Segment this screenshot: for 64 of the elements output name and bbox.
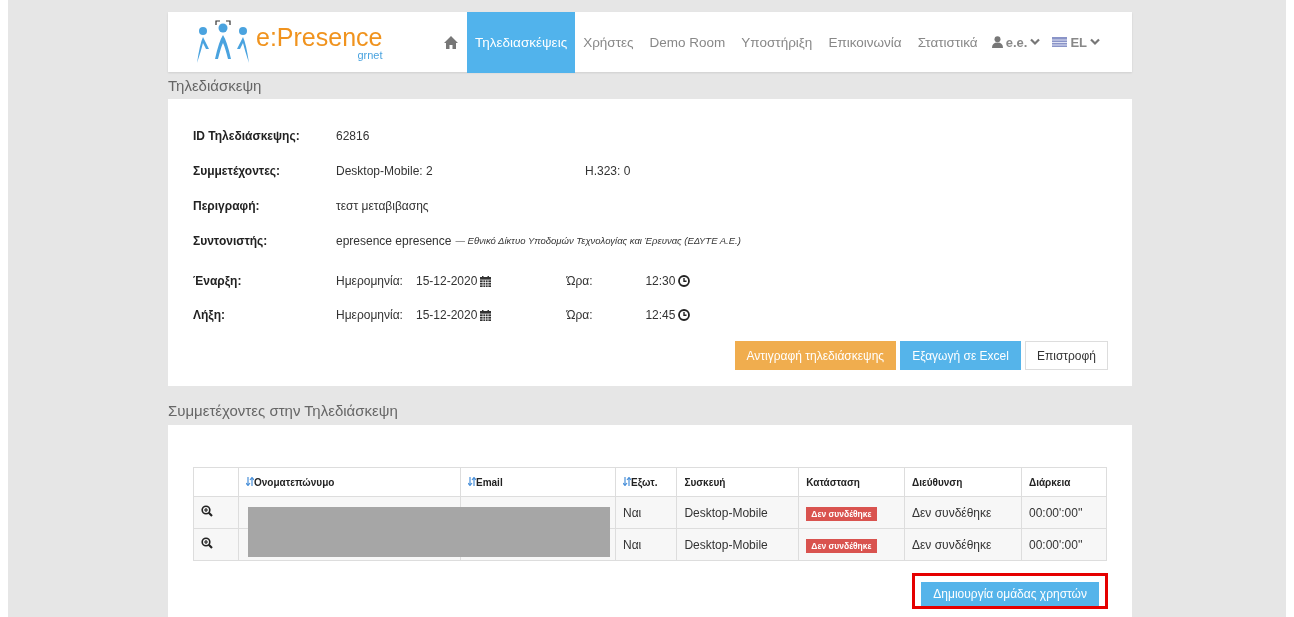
language-menu[interactable]: EL xyxy=(1046,34,1106,50)
flag-icon xyxy=(1052,37,1068,47)
field-value: τεστ μεταβιβασης xyxy=(336,198,429,213)
table-cell: Desktop-Mobile xyxy=(676,528,799,561)
chevron-icon xyxy=(1090,38,1100,46)
column-header[interactable]: Κατάσταση xyxy=(798,467,905,497)
field-label: Έναρξη: xyxy=(193,274,243,288)
field-label: Περιγραφή: xyxy=(193,198,261,213)
time-label: Ώρα: xyxy=(566,274,594,288)
user-icon xyxy=(991,36,1003,48)
calendar-icon xyxy=(480,275,492,287)
brand-name: e:Presence xyxy=(256,23,383,50)
field-label: ID Τηλεδιάσκεψης: xyxy=(193,128,301,143)
table-cell: Ναι xyxy=(615,496,677,529)
field-label: Συντονιστής: xyxy=(193,233,269,248)
field-value: H.323: 0 xyxy=(585,163,631,178)
status-badge: Δεν συνδέθηκε xyxy=(806,538,877,553)
nav-tab[interactable]: Demo Room xyxy=(641,11,734,73)
action-button[interactable]: Αντιγραφή τηλεδιάσκεψης xyxy=(734,341,897,370)
organization-text: — Εθνικό Δίκτυο Υποδομών Τεχνολογίας και Έρευνας (ΕΔΥΤΕ Α.Ε.) xyxy=(455,235,741,246)
nav-tab[interactable]: Υποστήριξη xyxy=(733,11,821,73)
section-title: Τηλεδιάσκεψη xyxy=(168,76,263,96)
field-label: Συμμετέχοντες: xyxy=(193,163,282,178)
nav-tab[interactable]: Τηλεδιασκέψεις xyxy=(467,11,576,73)
grnet-text: grnet xyxy=(357,49,383,61)
chevron-icon xyxy=(1030,38,1041,46)
nav-tab[interactable]: Χρήστες xyxy=(575,11,642,73)
table-cell: Δεν συνδέθηκε xyxy=(904,496,1022,529)
date-label: Ημερομηνία: xyxy=(336,308,404,322)
calendar-icon xyxy=(480,309,492,321)
column-header[interactable]: Διάρκεια xyxy=(1021,467,1107,497)
column-header[interactable]: Διεύθυνση xyxy=(904,467,1022,497)
zoom-in-icon[interactable] xyxy=(201,505,213,517)
status-badge: Δεν συνδέθηκε xyxy=(806,506,877,521)
column-header[interactable]: Email xyxy=(460,467,616,497)
nav-tab[interactable]: Στατιστικά xyxy=(909,11,986,73)
column-header[interactable]: Εξωτ. xyxy=(615,467,677,497)
home-icon[interactable] xyxy=(444,35,459,49)
action-button[interactable]: Εξαγωγή σε Excel xyxy=(900,341,1021,370)
field-value: 62816 xyxy=(336,128,370,143)
action-button[interactable]: Επιστροφή xyxy=(1024,341,1108,370)
column-header[interactable]: Συσκευή xyxy=(676,467,799,497)
time-value: 12:45 xyxy=(645,308,676,322)
date-value: 15-12-2020 xyxy=(416,274,478,288)
date-value: 15-12-2020 xyxy=(416,308,478,322)
table-cell: 00:00':00'' xyxy=(1021,528,1107,561)
table-cell: Ναι xyxy=(615,528,677,561)
nav-tab[interactable]: Επικοινωνία xyxy=(820,11,910,73)
create-group-button[interactable]: Δημιουργία ομάδας χρηστών xyxy=(921,582,1099,606)
field-label: Λήξη: xyxy=(193,308,226,322)
table-cell: 00:00':00'' xyxy=(1021,496,1107,529)
clock-icon xyxy=(678,309,691,321)
section-title: Συμμετέχοντες στην Τηλεδιάσκεψη xyxy=(168,401,399,421)
table-cell: Δεν συνδέθηκε xyxy=(904,528,1022,561)
clock-icon xyxy=(678,275,691,287)
field-value: Desktop-Mobile: 2 xyxy=(336,163,434,178)
user-menu[interactable]: e.e. xyxy=(985,34,1047,50)
table-cell: Desktop-Mobile xyxy=(676,496,799,529)
time-label: Ώρα: xyxy=(566,308,594,322)
time-value: 12:30 xyxy=(645,274,676,288)
zoom-in-icon[interactable] xyxy=(201,537,213,549)
date-label: Ημερομηνία: xyxy=(336,274,404,288)
column-header[interactable]: Ονοματεπώνυμο xyxy=(238,467,461,497)
field-value: epresence epresence xyxy=(336,233,452,248)
